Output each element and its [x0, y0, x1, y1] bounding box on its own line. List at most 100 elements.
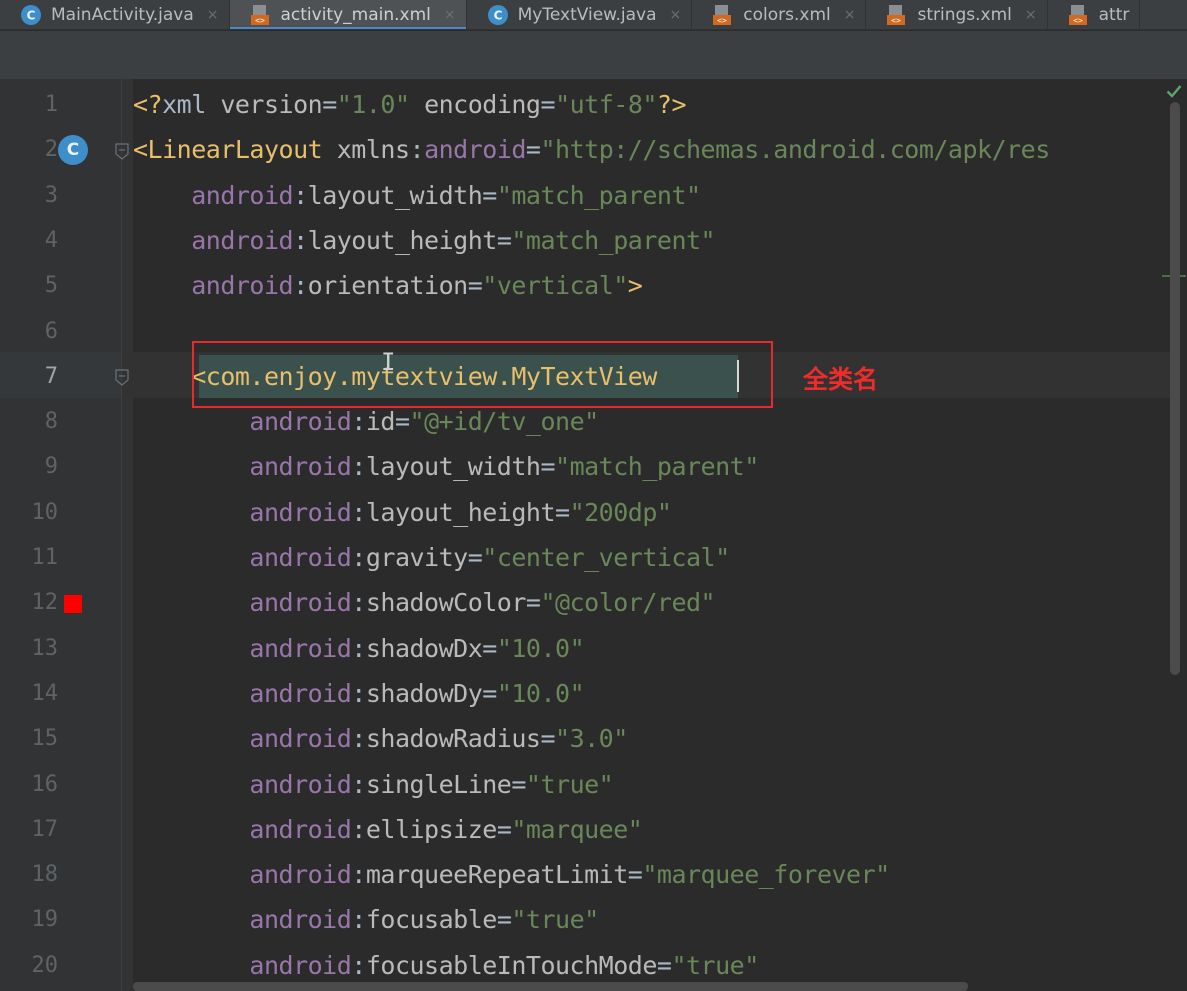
tab-activity-main-xml[interactable]: <> activity_main.xml ×: [229, 0, 467, 29]
line-number: 14: [31, 681, 59, 706]
code-line[interactable]: android:shadowDy="10.0": [133, 671, 584, 716]
code-token: shadowDx: [365, 634, 483, 663]
tab-mainactivity-java[interactable]: C MainActivity.java ×: [0, 0, 230, 29]
svg-text:C: C: [493, 9, 502, 23]
code-token: singleLine: [365, 770, 512, 799]
line-number: 12: [31, 590, 59, 615]
line-number: 1: [44, 92, 58, 117]
code-token: "vertical": [482, 271, 628, 300]
code-token: =: [540, 452, 556, 481]
close-tab-icon[interactable]: ×: [1025, 7, 1037, 23]
code-line[interactable]: android:layout_width="match_parent": [133, 444, 759, 489]
tab-attr[interactable]: <> attr: [1048, 0, 1141, 29]
code-line[interactable]: android:marqueeRepeatLimit="marquee_fore…: [133, 852, 890, 897]
code-line[interactable]: android:orientation="vertical">: [133, 263, 643, 308]
line-number: 6: [44, 319, 58, 344]
tab-label: attr: [1098, 5, 1130, 25]
ide-window: C MainActivity.java × <> activity_main.xml × C…: [0, 0, 1187, 991]
close-tab-icon[interactable]: ×: [444, 7, 456, 23]
code-token: :: [351, 498, 366, 527]
code-token: android: [249, 860, 352, 889]
code-token: :: [351, 588, 366, 617]
code-token: =: [482, 634, 497, 663]
tab-strings-xml[interactable]: <> strings.xml ×: [866, 0, 1048, 29]
code-token: "@color/red": [540, 588, 716, 617]
code-token: android: [249, 679, 352, 708]
code-token: layout_width: [307, 181, 483, 210]
line-number: 17: [31, 817, 59, 842]
code-token: shadowColor: [365, 588, 527, 617]
code-token: android: [249, 905, 352, 934]
code-line[interactable]: android:focusable="true": [133, 897, 599, 942]
code-line[interactable]: android:shadowDx="10.0": [133, 626, 584, 671]
line-number: 15: [31, 726, 59, 751]
code-token: android: [191, 271, 294, 300]
code-token: =: [540, 90, 556, 119]
code-token: :: [351, 770, 366, 799]
svg-text:<>: <>: [892, 16, 902, 25]
code-token: android: [249, 498, 352, 527]
code-line[interactable]: android:layout_height="match_parent": [133, 218, 715, 263]
vertical-scrollbar[interactable]: [1170, 102, 1180, 675]
tab-label: MyTextView.java: [517, 5, 657, 25]
code-token: "marquee": [511, 815, 643, 844]
close-tab-icon[interactable]: ×: [207, 7, 219, 23]
code-token: "marquee_forever": [642, 860, 890, 889]
fold-toggle-icon[interactable]: [115, 143, 129, 160]
code-token: android: [191, 181, 294, 210]
line-number: 18: [31, 862, 59, 887]
code-token: android: [424, 135, 526, 164]
fold-toggle-icon[interactable]: [115, 369, 129, 386]
tab-label: activity_main.xml: [280, 5, 431, 25]
code-token: marqueeRepeatLimit: [365, 860, 628, 889]
code-token: "200dp": [569, 498, 672, 527]
line-number: 9: [44, 454, 58, 479]
code-token: xml: [162, 90, 221, 119]
code-token: ?>: [656, 90, 687, 119]
code-line[interactable]: android:gravity="center_vertical": [133, 535, 730, 580]
code-token: =: [467, 271, 483, 300]
code-token: focusableInTouchMode: [365, 951, 658, 980]
code-line[interactable]: android:shadowColor="@color/red": [133, 580, 715, 625]
tab-mytextview-java[interactable]: C MyTextView.java ×: [467, 0, 693, 29]
color-preview-icon[interactable]: [64, 595, 82, 613]
code-token: "10.0": [496, 634, 585, 663]
inspection-ok-icon[interactable]: [1166, 84, 1182, 98]
line-number: 2: [44, 137, 58, 162]
line-number: 4: [44, 228, 58, 253]
code-token: =: [482, 181, 497, 210]
code-token: android: [191, 226, 294, 255]
code-token: :: [409, 135, 425, 164]
code-token: =: [496, 815, 512, 844]
horizontal-scrollbar[interactable]: [133, 982, 968, 991]
code-line[interactable]: android:layout_width="match_parent": [133, 173, 701, 218]
xml-file-icon: <>: [250, 4, 272, 26]
code-token: ellipsize: [365, 815, 497, 844]
code-line[interactable]: <LinearLayout xmlns:android="http://sche…: [133, 127, 1050, 172]
tab-colors-xml[interactable]: <> colors.xml ×: [692, 0, 867, 29]
code-token: =: [482, 679, 497, 708]
tab-label: strings.xml: [917, 5, 1012, 25]
code-line[interactable]: <?xml version="1.0" encoding="utf-8"?>: [133, 82, 687, 127]
code-token: layout_width: [365, 452, 541, 481]
code-token: =: [525, 135, 541, 164]
code-line[interactable]: android:singleLine="true": [133, 762, 613, 807]
code-token: :: [293, 271, 308, 300]
code-token: :: [293, 226, 308, 255]
svg-text:<>: <>: [717, 16, 727, 25]
class-gutter-icon[interactable]: C: [58, 135, 88, 165]
code-line[interactable]: android:ellipsize="marquee": [133, 807, 642, 852]
line-number: 16: [31, 772, 59, 797]
code-token: =: [496, 905, 512, 934]
code-token: orientation: [307, 271, 469, 300]
line-number: 13: [31, 636, 59, 661]
code-line[interactable]: android:layout_height="200dp": [133, 490, 672, 535]
close-tab-icon[interactable]: ×: [670, 7, 682, 23]
code-line[interactable]: android:shadowRadius="3.0": [133, 716, 628, 761]
annotation-label: 全类名: [803, 365, 879, 394]
close-tab-icon[interactable]: ×: [844, 7, 856, 23]
